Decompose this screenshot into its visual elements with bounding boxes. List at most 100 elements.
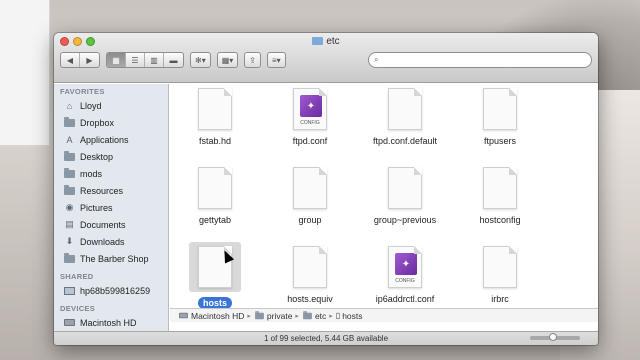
column-view-button[interactable]: ▥ [145, 53, 164, 67]
config-badge-label: CONFIG [395, 278, 415, 284]
search-field[interactable]: ⌕ [368, 52, 592, 68]
file-icon-wrap [270, 167, 350, 209]
file-name: hosts.equiv [270, 294, 350, 304]
path-crumb-label: etc [314, 310, 327, 321]
share-button[interactable]: ⇪ [244, 52, 261, 68]
file-icon-wrap: ✦ CONFIG [270, 88, 350, 130]
document-icon [293, 167, 327, 209]
sidebar-item-desktop[interactable]: Desktop [54, 148, 168, 165]
file-item[interactable]: hosts [175, 242, 255, 309]
file-icon: ▯ [335, 311, 341, 320]
file-icon-wrap [175, 88, 255, 130]
path-crumb[interactable]: etc [302, 311, 326, 321]
file-item[interactable]: ftpusers [460, 88, 540, 146]
coverflow-view-button[interactable]: ▬ [164, 53, 183, 67]
file-name: hostconfig [460, 215, 540, 225]
file-name-text: group [298, 215, 322, 225]
sidebar-item-label: Downloads [80, 236, 125, 247]
file-name-text: ip6addrctl.conf [375, 294, 435, 304]
file-name: ftpd.conf [270, 136, 350, 146]
document-icon [198, 167, 232, 209]
folder-icon [64, 252, 75, 264]
file-name-text: hostconfig [479, 215, 521, 225]
path-crumb[interactable]: private [254, 310, 292, 321]
file-name: fstab.hd [175, 136, 255, 146]
document-icon [198, 88, 232, 130]
window-title: etc [54, 36, 598, 47]
document-icon [483, 88, 517, 130]
finder-window: etc ◀ ▶ ▦ ☰ ▥ ▬ ✻▾ ▦▾ ⇪ ≡▾ ⌕ FAVORITES ⌂… [54, 33, 598, 345]
file-item[interactable]: irbrc [460, 246, 540, 304]
toolbar: ◀ ▶ ▦ ☰ ▥ ▬ ✻▾ ▦▾ ⇪ ≡▾ ⌕ [60, 50, 592, 70]
path-crumb-label: Macintosh HD [191, 310, 245, 321]
sidebar-header-shared: SHARED [60, 272, 94, 281]
sidebar-item-documents[interactable]: ▤ Documents [54, 216, 168, 233]
path-crumb[interactable]: Macintosh HD [178, 311, 244, 321]
file-item[interactable]: group~previous [365, 167, 445, 225]
back-button[interactable]: ◀ [61, 53, 80, 67]
titlebar: etc ◀ ▶ ▦ ☰ ▥ ▬ ✻▾ ▦▾ ⇪ ≡▾ ⌕ [54, 33, 598, 83]
sidebar-item-applications[interactable]: A Applications [54, 131, 168, 148]
file-name-text: hosts.equiv [287, 294, 333, 304]
file-item[interactable]: hostconfig [460, 167, 540, 225]
sidebar-item-downloads[interactable]: ⬇ Downloads [54, 233, 168, 250]
search-icon: ⌕ [374, 55, 379, 64]
camera-icon: ◉ [65, 202, 74, 212]
list-view-button[interactable]: ☰ [126, 53, 145, 67]
sidebar-item-mods[interactable]: mods [54, 165, 168, 182]
sidebar-item-pictures[interactable]: ◉ Pictures [54, 199, 168, 216]
path-crumb[interactable]: ▯ hosts [336, 311, 363, 321]
folder-icon [64, 150, 75, 162]
file-item[interactable]: fstab.hd [175, 88, 255, 146]
disk-icon [64, 318, 75, 328]
icon-view-button[interactable]: ▦ [107, 53, 126, 67]
disk-icon [179, 312, 188, 319]
sidebar-item-the-barber-shop[interactable]: The Barber Shop [54, 250, 168, 267]
folder-icon [64, 184, 75, 196]
arrange-button[interactable]: ▦▾ [216, 52, 239, 68]
forward-button[interactable]: ▶ [80, 53, 99, 67]
path-button[interactable]: ≡▾ [267, 52, 286, 68]
home-icon: ⌂ [66, 100, 73, 111]
file-name: ftpusers [460, 136, 540, 146]
path-crumb-label: hosts [342, 310, 363, 321]
file-item[interactable]: group [270, 167, 350, 225]
config-badge-icon: ✦ [395, 253, 417, 275]
slider-knob[interactable] [548, 333, 557, 341]
status-text: 1 of 99 selected, 5.44 GB available [263, 334, 389, 343]
icon-size-slider[interactable] [530, 333, 580, 341]
file-item[interactable]: hosts.equiv [270, 246, 350, 304]
path-separator-icon: ▸ [247, 312, 251, 320]
file-name-text: ftpd.conf [292, 136, 328, 146]
file-icon-wrap [270, 246, 350, 288]
file-icon-wrap: ✦ CONFIG [365, 246, 445, 288]
file-item[interactable]: gettytab [175, 167, 255, 225]
sidebar-item-macintosh-hd[interactable]: Macintosh HD [54, 314, 168, 331]
path-separator-icon: ▸ [329, 312, 333, 320]
path-separator-icon: ▸ [295, 312, 299, 320]
file-item[interactable]: ftpd.conf.default [365, 88, 445, 146]
action-button[interactable]: ✻▾ [190, 52, 211, 68]
folder-icon [303, 310, 312, 319]
config-badge-label: CONFIG [300, 120, 320, 126]
view-buttons: ▦ ☰ ▥ ▬ [106, 52, 184, 68]
sidebar-item-lloyd[interactable]: ⌂ Lloyd [54, 97, 168, 114]
folder-icon [255, 310, 264, 319]
file-name: irbrc [460, 294, 540, 304]
sidebar-item-label: Applications [80, 134, 129, 145]
file-icon-wrap [460, 167, 540, 209]
file-item[interactable]: ✦ CONFIG ip6addrctl.conf [365, 246, 445, 304]
path-bar: Macintosh HD ▸ private ▸ etc ▸ ▯ hosts [170, 308, 598, 322]
document-icon [483, 246, 517, 288]
file-name: gettytab [175, 215, 255, 225]
sidebar-item-dropbox[interactable]: Dropbox [54, 114, 168, 131]
file-name-text: group~previous [373, 215, 437, 225]
file-name-text: ftpd.conf.default [372, 136, 438, 146]
sidebar-item-resources[interactable]: Resources [54, 182, 168, 199]
folder-icon [64, 167, 75, 179]
file-icon-wrap [365, 88, 445, 130]
file-item[interactable]: ✦ CONFIG ftpd.conf [270, 88, 350, 146]
sidebar-item-hp68b599816259[interactable]: hp68b599816259 [54, 282, 168, 299]
document-icon [293, 246, 327, 288]
file-name-text: gettytab [198, 215, 232, 225]
